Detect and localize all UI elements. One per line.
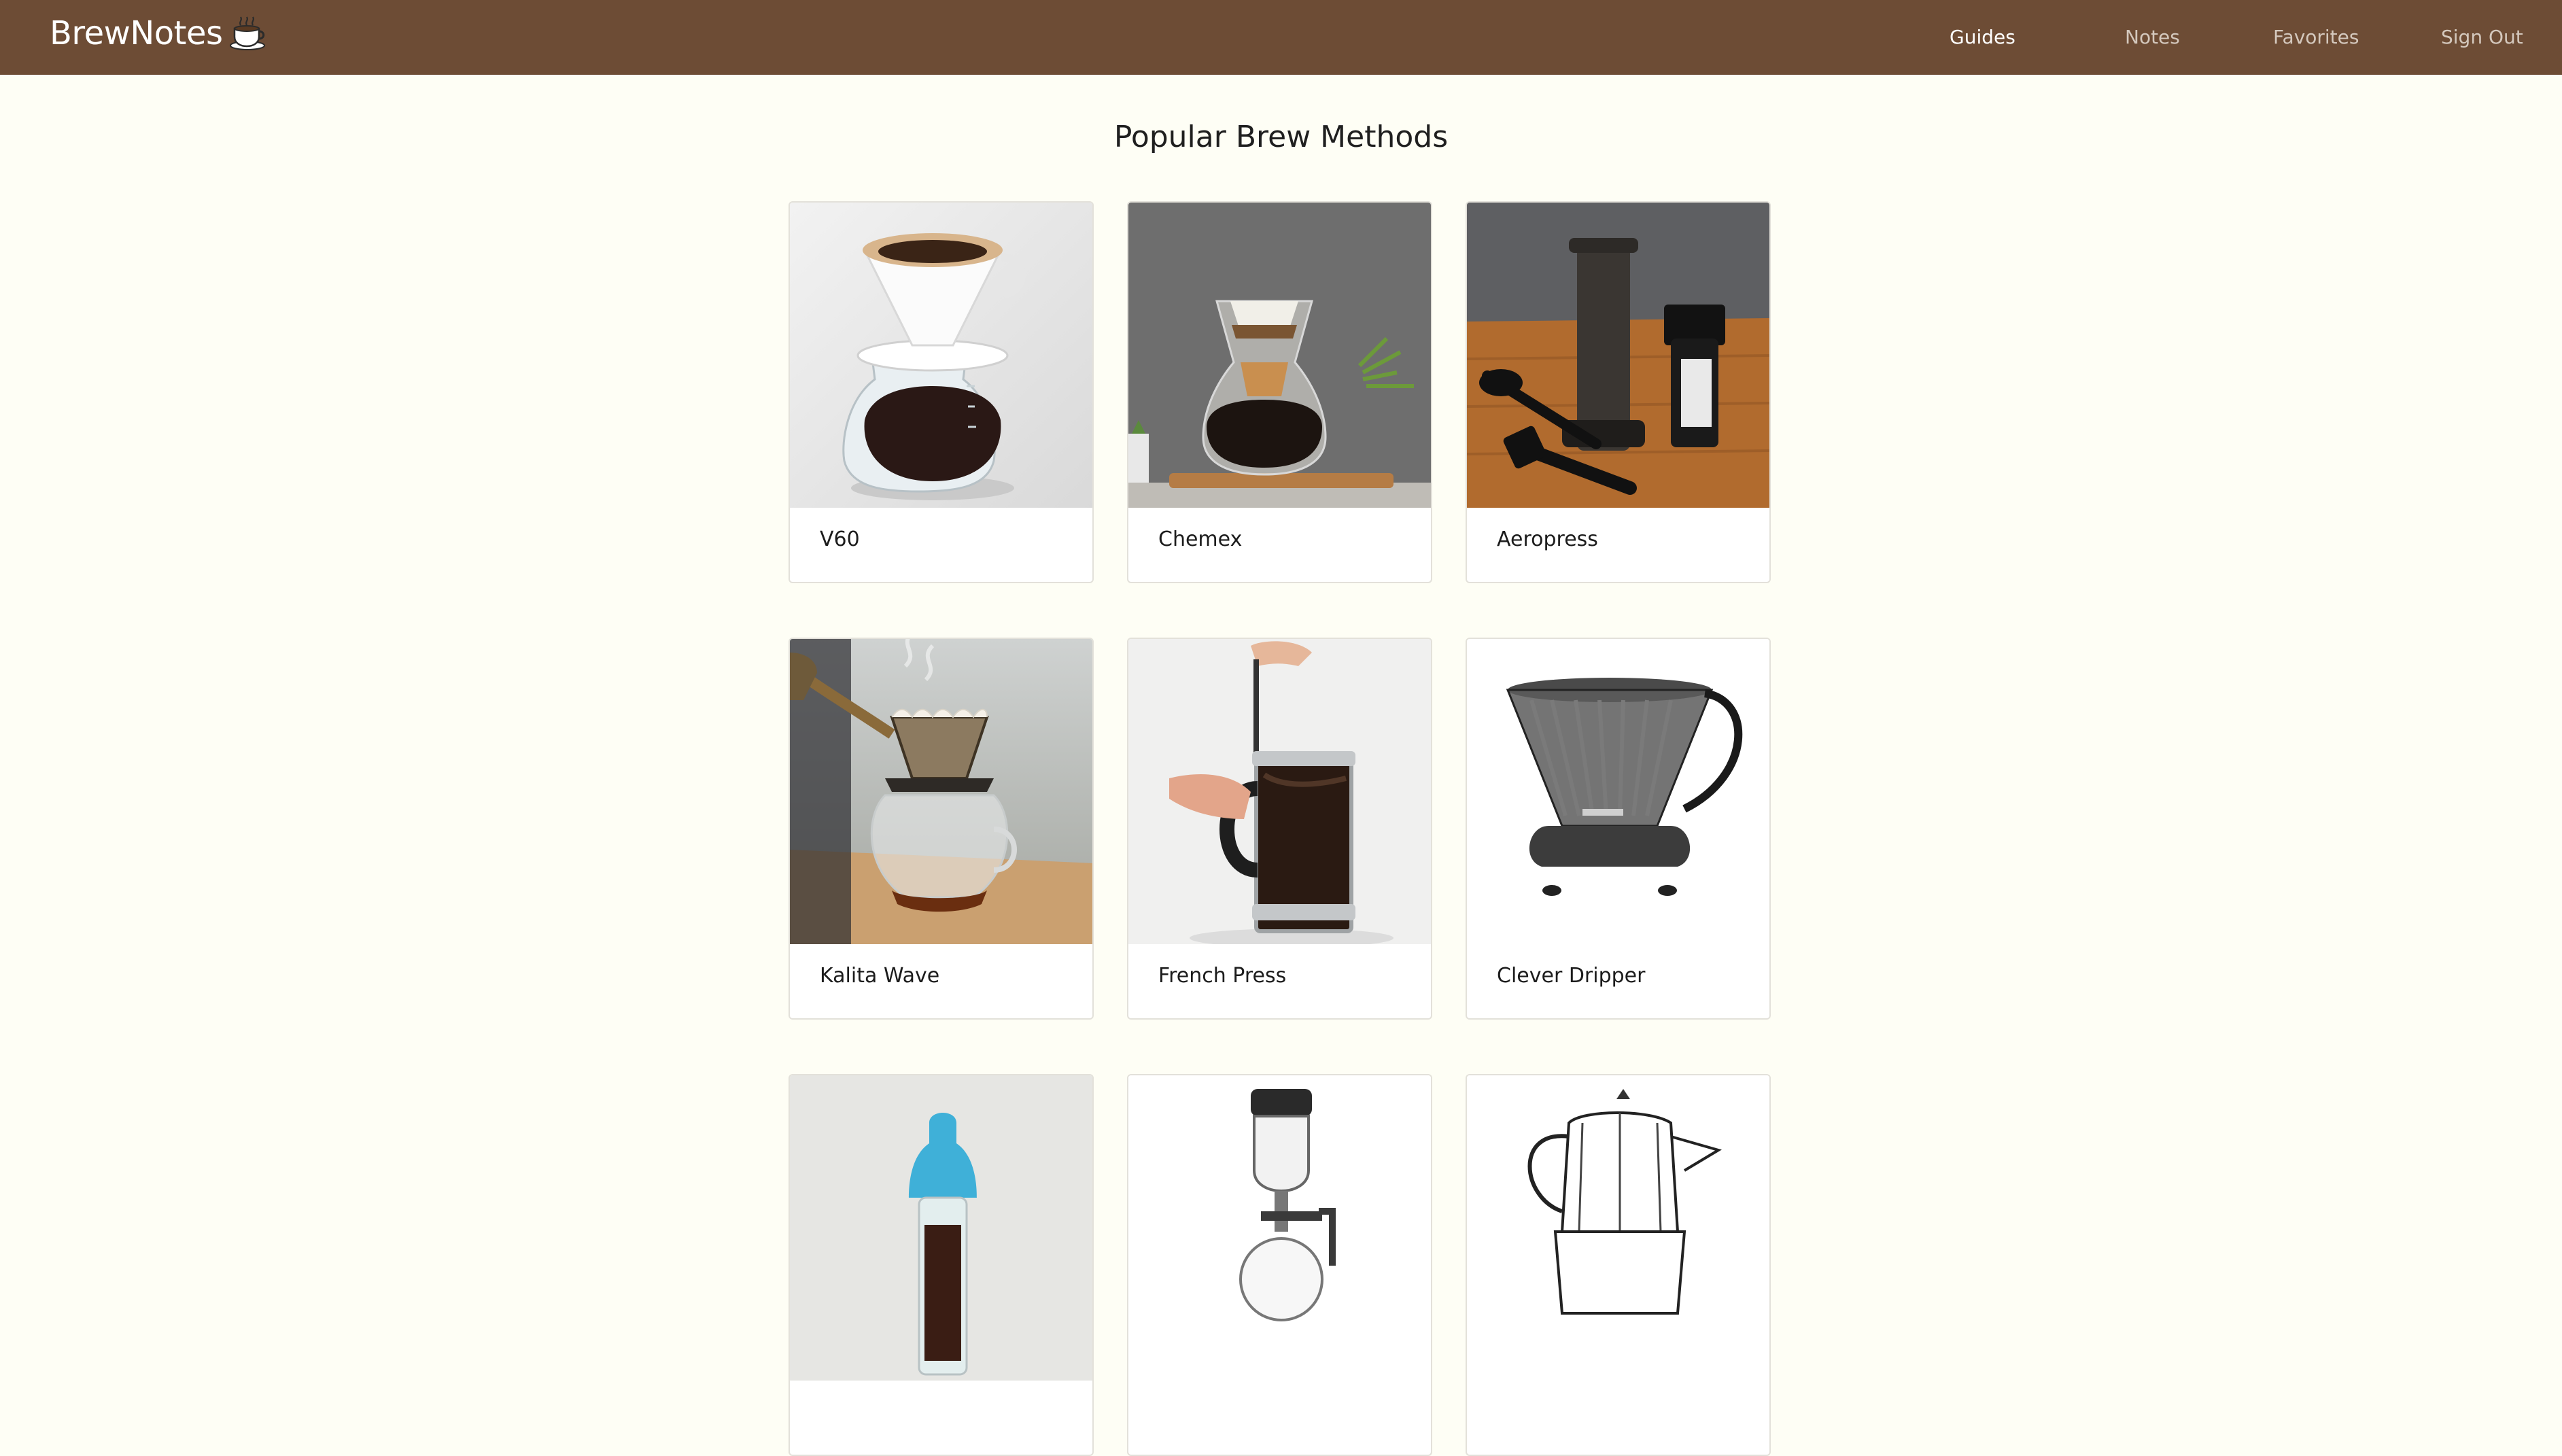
v60-image <box>790 203 1092 508</box>
card-label: Chemex <box>1158 527 1243 551</box>
card-label: Kalita Wave <box>820 964 940 988</box>
cold-brew-bottle-image <box>790 1075 1092 1381</box>
brew-card-kalita-wave[interactable]: Kalita Wave <box>789 638 1094 1020</box>
navbar: BrewNotes Guides Notes Favorites Sign Ou… <box>0 0 2562 75</box>
nav-guides-link[interactable]: Guides <box>1950 26 2015 48</box>
nav-favorites-link[interactable]: Favorites <box>2273 26 2359 48</box>
moka-pot-image <box>1467 1075 1769 1381</box>
clever-dripper-image <box>1467 639 1769 944</box>
aeropress-image <box>1467 203 1769 508</box>
brew-card-french-press[interactable]: French Press <box>1127 638 1432 1020</box>
brand-logo-link[interactable]: BrewNotes <box>50 14 268 53</box>
brew-card-clever-dripper[interactable]: Clever Dripper <box>1466 638 1771 1020</box>
kalita-wave-image <box>790 639 1092 944</box>
french-press-image <box>1128 639 1431 944</box>
page-title: Popular Brew Methods <box>1113 120 1449 154</box>
siphon-image <box>1128 1075 1431 1381</box>
card-label: Aeropress <box>1497 527 1598 551</box>
chemex-image <box>1128 203 1431 508</box>
brew-card-siphon[interactable] <box>1127 1074 1432 1456</box>
brew-card-cold-brew-bottle[interactable] <box>789 1074 1094 1456</box>
coffee-cup-icon <box>229 16 265 50</box>
nav-sign-out-link[interactable]: Sign Out <box>2441 26 2523 48</box>
card-label: Clever Dripper <box>1497 964 1646 988</box>
brand-name: BrewNotes <box>50 14 223 52</box>
brew-card-aeropress[interactable]: Aeropress <box>1466 201 1771 583</box>
card-label: French Press <box>1158 964 1287 988</box>
nav-notes-link[interactable]: Notes <box>2125 26 2180 48</box>
brew-card-chemex[interactable]: Chemex <box>1127 201 1432 583</box>
brew-card-v60[interactable]: V60 <box>789 201 1094 583</box>
card-label: V60 <box>820 527 860 551</box>
brew-card-moka-pot[interactable] <box>1466 1074 1771 1456</box>
